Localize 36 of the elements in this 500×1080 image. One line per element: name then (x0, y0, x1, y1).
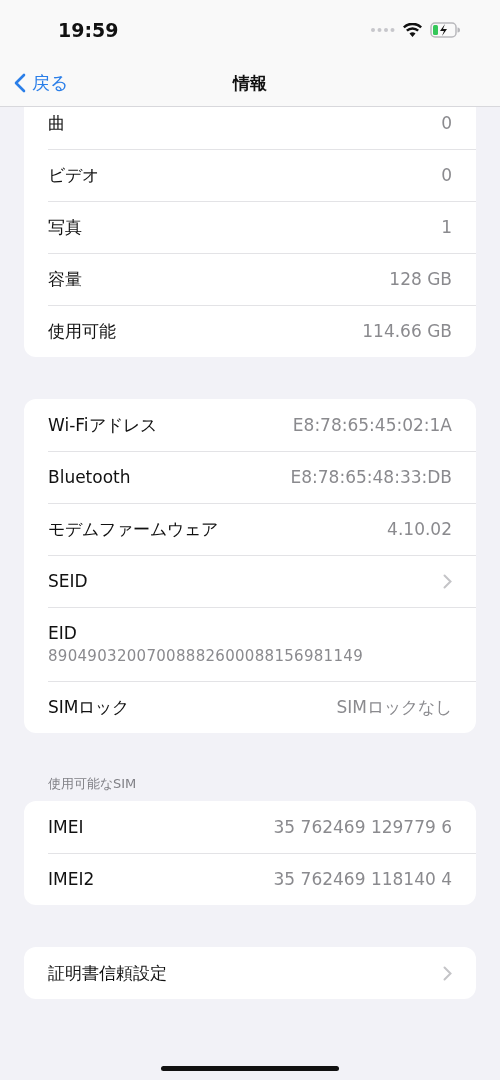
status-time: 19:59 (58, 19, 119, 41)
row-value: 0 (441, 165, 452, 185)
row-label: モデムファームウェア (48, 517, 218, 541)
signal-icon (371, 28, 395, 32)
row-value: 89049032007008882600088156981149 (48, 647, 363, 665)
row-value: 0 (441, 113, 452, 133)
row-value: 35 762469 129779 6 (273, 817, 452, 837)
wifi-icon (403, 23, 422, 37)
row-label: Bluetooth (48, 467, 131, 487)
row-value: 35 762469 118140 4 (273, 869, 452, 889)
row-label: EID (48, 623, 77, 643)
back-button[interactable]: 戻る (14, 71, 68, 95)
row-label: SIMロック (48, 695, 130, 719)
row-label: 使用可能 (48, 319, 116, 343)
row-label: IMEI (48, 817, 84, 837)
page-title: 情報 (233, 71, 267, 95)
row-label: ビデオ (48, 163, 99, 187)
row-value: 114.66 GB (362, 321, 452, 341)
row-value: 128 GB (389, 269, 452, 289)
settings-row[interactable]: SEID (24, 555, 476, 607)
row-value: 1 (441, 217, 452, 237)
row-value: SIMロックなし (336, 695, 452, 719)
section-header: 使用可能なSIM (47, 775, 138, 793)
row-label: IMEI2 (48, 869, 95, 889)
row-label: Wi-Fiアドレス (48, 413, 157, 437)
chevron-icon (443, 573, 452, 589)
settings-row[interactable]: 証明書信頼設定 (24, 947, 476, 999)
row-value: E8:78:65:45:02:1A (292, 415, 452, 435)
row-label: 写真 (48, 215, 82, 239)
row-label: 曲 (48, 111, 65, 135)
row-value: 4.10.02 (387, 519, 452, 539)
battery-charging-icon (430, 22, 460, 38)
chevron-icon (443, 965, 452, 981)
back-chevron-icon (14, 73, 26, 93)
row-value: E8:78:65:48:33:DB (290, 467, 452, 487)
row-label: 容量 (48, 267, 82, 291)
